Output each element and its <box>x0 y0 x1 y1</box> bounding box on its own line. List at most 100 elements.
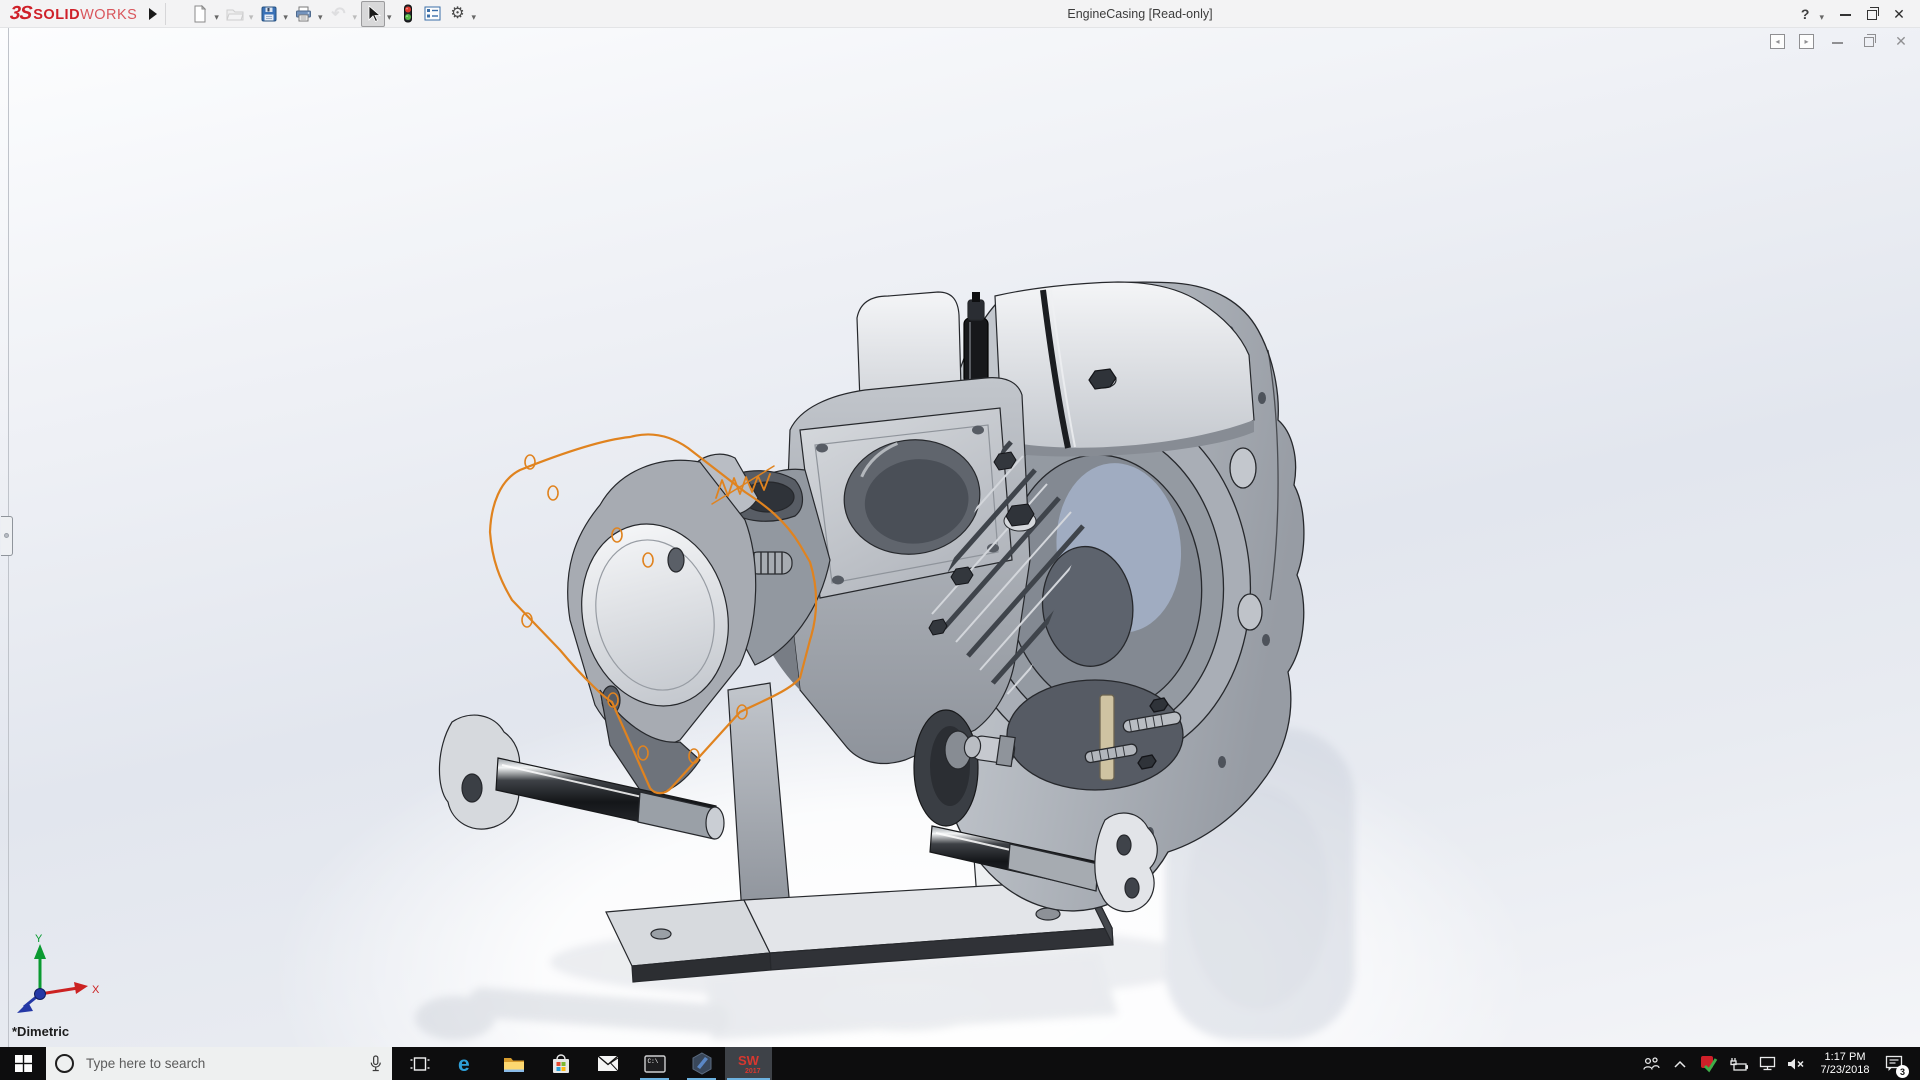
volume-muted-icon[interactable] <box>1785 1047 1807 1080</box>
open-button[interactable] <box>223 1 247 27</box>
options-button[interactable]: ⚙ <box>446 1 470 27</box>
open-folder-icon <box>225 4 245 24</box>
model-left-cover[interactable] <box>563 454 830 794</box>
taskbar-app-command-prompt[interactable]: C:\ <box>631 1047 678 1080</box>
x-axis-label: X <box>92 984 100 996</box>
titlebar-controls: ? ▾ ✕ <box>1801 5 1920 23</box>
svg-text:2017: 2017 <box>745 1068 761 1075</box>
solidworks-2017-icon: SW 2017 <box>736 1051 762 1077</box>
clock-time: 1:17 PM <box>1814 1051 1876 1064</box>
quick-toolbar: ▾ ▾ ▾ ▾ ↶ ▾ <box>188 1 479 27</box>
document-window-controls: ◂ ▸ ✕ <box>1770 32 1910 50</box>
taskbar: e <box>0 1047 1920 1080</box>
logo-monogram: 3S <box>9 3 33 25</box>
notification-badge: 3 <box>1896 1065 1909 1078</box>
orientation-triad: Y X <box>6 932 126 1024</box>
titlebar: 3S SOLID WORKS ▾ ▾ ▾ <box>0 0 1920 28</box>
taskbar-app-task-view[interactable] <box>396 1047 443 1080</box>
taskbar-app-store[interactable] <box>537 1047 584 1080</box>
command-prompt-icon: C:\ <box>644 1055 666 1073</box>
help-button[interactable]: ? <box>1801 6 1810 22</box>
print-dropdown-caret[interactable]: ▾ <box>318 13 323 21</box>
undo-dropdown-caret[interactable]: ▾ <box>352 13 357 21</box>
edge-icon: e <box>456 1052 478 1076</box>
graphics-viewport[interactable]: ◂ ▸ ✕ <box>0 28 1920 1047</box>
new-document-button[interactable] <box>188 1 212 27</box>
new-document-icon <box>190 4 210 24</box>
logo-brand-bold: SOLID <box>33 7 80 23</box>
engine-casing-model[interactable] <box>0 28 1920 1047</box>
display-pane-button[interactable] <box>421 1 445 27</box>
taskbar-apps: e <box>396 1047 772 1080</box>
new-dropdown-caret[interactable]: ▾ <box>214 13 219 21</box>
taskbar-app-file-explorer[interactable] <box>490 1047 537 1080</box>
screen: { "titlebar": { "logo": {"monogram": "3S… <box>0 0 1920 1080</box>
undo-icon: ↶ <box>328 4 348 24</box>
document-minimize-button[interactable] <box>1828 32 1846 50</box>
select-button[interactable] <box>361 1 385 27</box>
toolbar-separator <box>165 3 166 25</box>
open-dropdown-caret[interactable]: ▾ <box>249 13 254 21</box>
file-explorer-icon <box>503 1055 525 1073</box>
svg-text:SW: SW <box>738 1053 760 1068</box>
restore-button[interactable] <box>1863 5 1881 23</box>
menu-expand-arrow-icon[interactable] <box>149 8 157 20</box>
hexagon-app-icon <box>691 1052 713 1075</box>
taskbar-clock[interactable]: 1:17 PM 7/23/2018 <box>1814 1051 1876 1077</box>
help-dropdown-caret[interactable]: ▾ <box>1819 13 1824 21</box>
power-battery-icon[interactable] <box>1727 1047 1749 1080</box>
print-icon <box>294 4 314 24</box>
gear-icon: ⚙ <box>448 4 468 24</box>
view-orientation-label: *Dimetric <box>12 1024 69 1039</box>
solidworks-logo: 3S SOLID WORKS <box>0 3 143 25</box>
search-input[interactable] <box>84 1055 368 1072</box>
close-button[interactable]: ✕ <box>1890 5 1908 23</box>
action-center-button[interactable]: 3 <box>1883 1047 1905 1080</box>
document-title: EngineCasing [Read-only] <box>479 7 1801 21</box>
clock-date: 7/23/2018 <box>1814 1064 1876 1077</box>
svg-text:C:\: C:\ <box>647 1058 658 1065</box>
tray-chevron-up-icon[interactable] <box>1669 1047 1691 1080</box>
mail-icon <box>597 1055 619 1072</box>
taskbar-app-hexagon[interactable] <box>678 1047 725 1080</box>
featuremanager-splitter-handle[interactable] <box>1 516 13 556</box>
rebuild-lights-button[interactable] <box>396 1 420 27</box>
titlebar-left: 3S SOLID WORKS ▾ ▾ ▾ <box>0 0 479 27</box>
traffic-light-icon <box>398 4 418 24</box>
undo-button[interactable]: ↶ <box>326 1 350 27</box>
select-cursor-icon <box>363 4 383 24</box>
y-axis-label: Y <box>35 933 43 945</box>
next-window-icon[interactable]: ▸ <box>1799 34 1814 49</box>
people-icon[interactable] <box>1640 1047 1662 1080</box>
display-pane-icon <box>423 4 443 24</box>
save-button[interactable] <box>257 1 281 27</box>
start-button[interactable] <box>0 1047 46 1080</box>
windows-logo-icon <box>15 1055 32 1072</box>
document-restore-button[interactable] <box>1860 32 1878 50</box>
system-tray: 1:17 PM 7/23/2018 3 <box>1640 1047 1920 1080</box>
y-axis-arrow-icon <box>34 944 46 959</box>
minimize-button[interactable] <box>1836 5 1854 23</box>
task-view-icon <box>410 1056 430 1072</box>
previous-window-icon[interactable]: ◂ <box>1770 34 1785 49</box>
taskbar-app-edge[interactable]: e <box>443 1047 490 1080</box>
document-close-button[interactable]: ✕ <box>1892 32 1910 50</box>
save-dropdown-caret[interactable]: ▾ <box>283 13 288 21</box>
network-icon[interactable] <box>1756 1047 1778 1080</box>
taskbar-app-solidworks[interactable]: SW 2017 <box>725 1047 772 1080</box>
triad-origin <box>35 989 46 1000</box>
svg-text:e: e <box>458 1053 470 1076</box>
logo-brand-light: WORKS <box>80 7 137 23</box>
microsoft-store-icon <box>551 1053 571 1075</box>
print-button[interactable] <box>292 1 316 27</box>
taskbar-app-mail[interactable] <box>584 1047 631 1080</box>
microphone-icon[interactable] <box>368 1055 383 1072</box>
save-floppy-icon <box>259 4 279 24</box>
taskbar-search[interactable] <box>46 1047 392 1080</box>
solidworks-monitor-icon[interactable] <box>1698 1047 1720 1080</box>
x-axis-arrow-icon <box>74 982 88 994</box>
z-axis-arrow-icon <box>17 1002 33 1013</box>
options-dropdown-caret[interactable]: ▾ <box>472 13 477 21</box>
cortana-icon <box>55 1054 74 1073</box>
select-dropdown-caret[interactable]: ▾ <box>387 13 392 21</box>
